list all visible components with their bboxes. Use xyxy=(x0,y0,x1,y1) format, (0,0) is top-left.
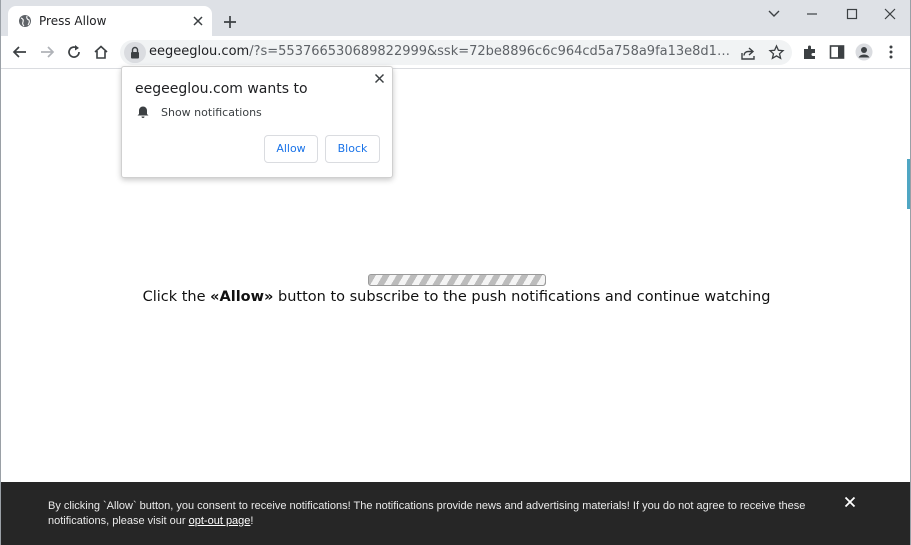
side-panel-icon[interactable] xyxy=(828,43,846,61)
minimize-icon[interactable] xyxy=(802,6,822,22)
banner-suffix: ! xyxy=(250,514,254,527)
browser-toolbar: eegeeglou.com/?s=553766530689822999&ssk=… xyxy=(0,36,911,69)
site-info-button[interactable] xyxy=(124,42,146,63)
url-text[interactable]: eegeeglou.com/?s=553766530689822999&ssk=… xyxy=(149,44,731,59)
url-path: /?s=553766530689822999&ssk=72be8896c6c96… xyxy=(249,44,731,59)
close-icon[interactable] xyxy=(844,496,856,508)
banner-text: By clicking `Allow` button, you consent … xyxy=(48,499,818,528)
url-host: eegeeglou.com xyxy=(149,44,250,59)
address-bar[interactable]: eegeeglou.com/?s=553766530689822999&ssk=… xyxy=(120,40,792,65)
bell-icon xyxy=(137,106,149,118)
profile-icon[interactable] xyxy=(855,43,873,61)
reload-icon[interactable] xyxy=(65,43,83,61)
banner-message: By clicking `Allow` button, you consent … xyxy=(48,500,806,527)
close-icon[interactable] xyxy=(191,14,205,28)
share-icon[interactable] xyxy=(740,44,757,61)
opt-out-link[interactable]: opt-out page xyxy=(189,515,251,527)
close-icon[interactable] xyxy=(374,73,385,84)
tab-active[interactable]: Press Allow xyxy=(8,6,212,36)
cta-suffix: button to subscribe to the push notifica… xyxy=(273,289,771,305)
tab-title: Press Allow xyxy=(39,14,107,28)
cta-prefix: Click the xyxy=(142,289,211,305)
back-arrow-icon[interactable] xyxy=(11,43,29,61)
new-tab-icon[interactable] xyxy=(222,14,238,30)
home-icon[interactable] xyxy=(92,43,110,61)
window-border-left xyxy=(0,0,1,545)
tab-strip: Press Allow xyxy=(0,0,911,36)
allow-button[interactable]: Allow xyxy=(264,135,318,163)
permission-popup: eegeeglou.com wants to Show notification… xyxy=(121,66,393,178)
permission-label: Show notifications xyxy=(161,106,262,119)
maximize-icon[interactable] xyxy=(842,6,862,22)
chevron-down-icon[interactable] xyxy=(764,6,784,22)
globe-icon xyxy=(19,15,31,27)
block-button[interactable]: Block xyxy=(325,135,380,163)
puzzle-icon[interactable] xyxy=(801,43,819,61)
lock-icon xyxy=(131,46,139,59)
star-icon[interactable] xyxy=(768,44,785,61)
consent-banner: By clicking `Allow` button, you consent … xyxy=(1,482,910,545)
forward-arrow-icon[interactable] xyxy=(38,43,56,61)
popup-title: eegeeglou.com wants to xyxy=(135,81,308,97)
loading-progress-bar xyxy=(368,274,546,286)
cta-allow-word: «Allow» xyxy=(210,289,274,305)
page-instruction: Click the «Allow» button to subscribe to… xyxy=(1,289,911,305)
kebab-menu-icon[interactable] xyxy=(882,43,900,61)
close-icon[interactable] xyxy=(880,6,900,22)
